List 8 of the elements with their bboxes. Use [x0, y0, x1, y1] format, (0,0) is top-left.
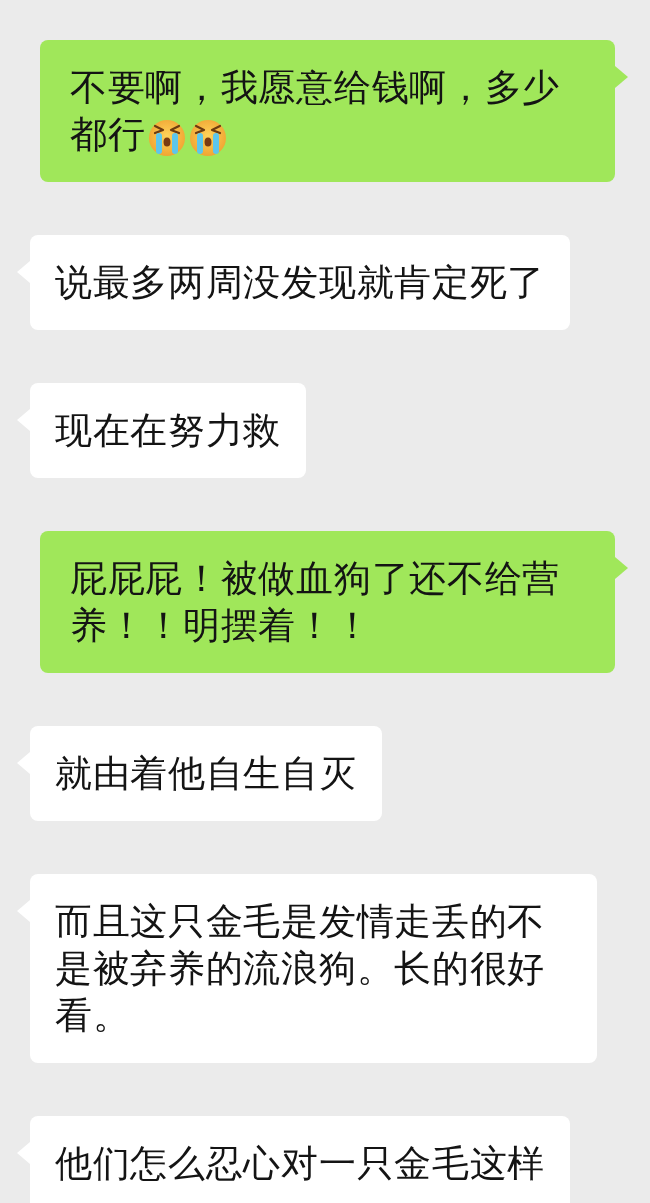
- message-text: 不要啊，我愿意给钱啊，多少: [70, 65, 561, 111]
- message-text: 屁屁屁！被做血狗了还不给营养！！明摆着！！: [70, 556, 562, 649]
- message-text: 他们怎么忍心对一只金毛这样: [55, 1141, 546, 1187]
- message-text: 现在在努力救: [55, 408, 282, 454]
- message-text: 就由着他自生自灭: [55, 751, 357, 797]
- message-text: 都行: [70, 112, 146, 158]
- message-text: 说最多两周没发现就肯定死了: [55, 260, 546, 306]
- message-text: 而且这只金毛是发情走丢的不是被弃养的流浪狗。长的很好看。: [55, 899, 547, 1039]
